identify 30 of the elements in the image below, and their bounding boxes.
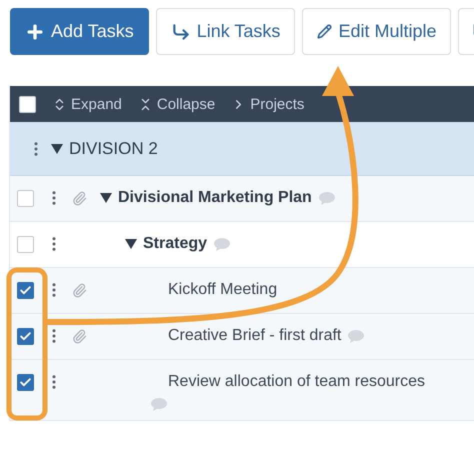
checkbox[interactable] — [17, 190, 34, 206]
paperclip-icon[interactable] — [72, 190, 87, 206]
header-action[interactable]: Projects — [231, 96, 304, 112]
caret-icon[interactable] — [51, 144, 63, 154]
arrow-icon — [170, 22, 191, 42]
checkbox[interactable] — [17, 236, 34, 252]
header-action[interactable]: Expand — [52, 96, 122, 112]
caret-icon[interactable] — [125, 239, 137, 249]
task-title[interactable]: Creative Brief - first draft — [168, 327, 342, 345]
checkbox[interactable] — [19, 96, 36, 112]
task-title[interactable]: Strategy — [143, 235, 208, 253]
caret-icon[interactable] — [100, 193, 112, 203]
toolbar-button[interactable]: Link Tasks — [156, 8, 296, 55]
paperclip-icon[interactable] — [72, 282, 87, 298]
toolbar-button[interactable]: Add Tasks — [10, 8, 149, 55]
checkbox[interactable] — [17, 374, 34, 390]
checkbox[interactable] — [17, 282, 34, 298]
task-title[interactable]: Review allocation of team resources — [168, 373, 426, 391]
paperclip-icon[interactable] — [72, 328, 87, 344]
check-icon — [19, 330, 32, 342]
task-title[interactable]: Kickoff Meeting — [168, 281, 278, 299]
plus-icon — [25, 22, 45, 42]
header-action[interactable]: Collapse — [138, 96, 216, 112]
checkbox[interactable] — [17, 328, 34, 344]
pencil-icon — [317, 24, 332, 39]
task-title[interactable]: Divisional Marketing Plan — [118, 189, 312, 207]
check-icon — [19, 284, 32, 296]
group-title: DIVISION 2 — [69, 138, 158, 158]
toolbar-button[interactable]: Edit Multiple — [302, 8, 452, 55]
check-icon — [19, 376, 32, 388]
